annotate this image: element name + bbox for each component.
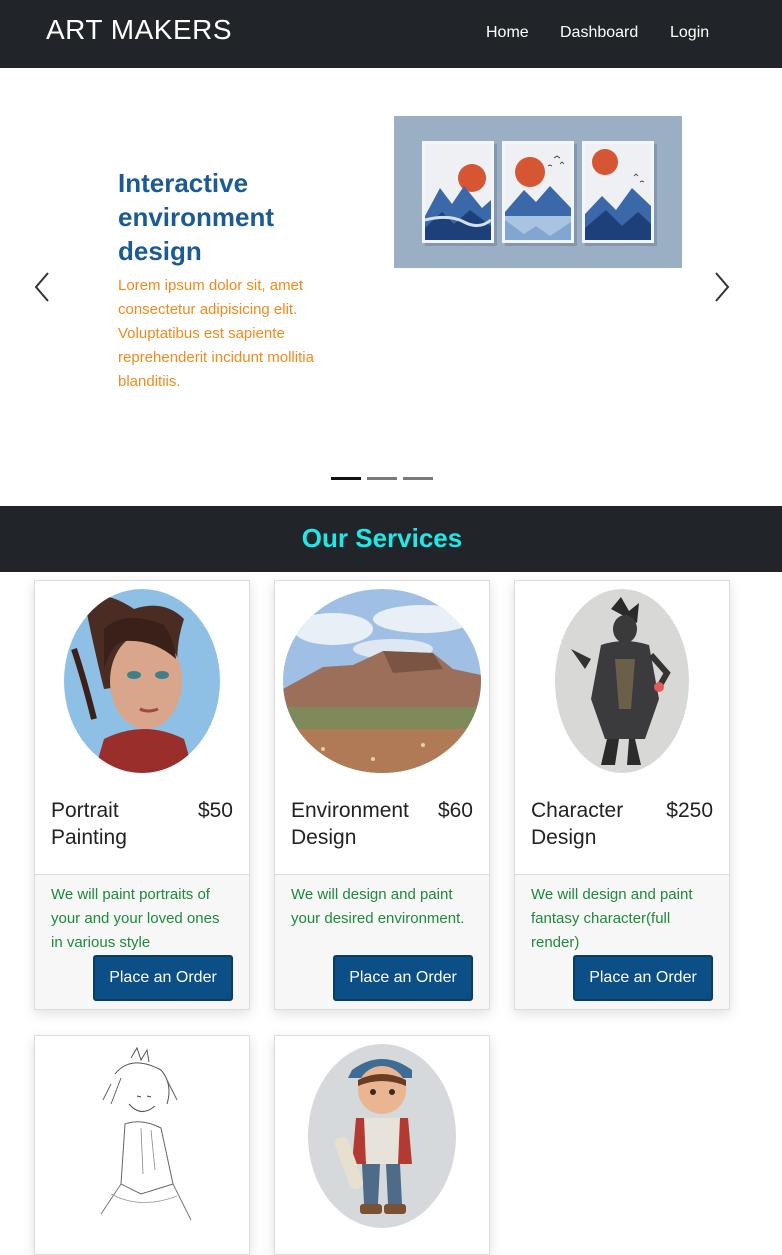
navbar: ART MAKERS Home Dashboard Login [0,0,782,68]
nav-home-link[interactable]: Home [486,24,529,42]
slide-image [394,116,682,268]
environment-design-image [283,589,481,773]
card-price: $60 [437,799,473,822]
service-card-environment: Environment Design $60 We will design an… [274,580,490,1010]
place-order-button[interactable]: Place an Order [333,955,473,1001]
place-order-button[interactable]: Place an Order [93,955,233,1001]
services-heading: Our Services [301,523,463,553]
mountain-triptych-image [394,116,682,268]
carousel-prev-button[interactable] [28,268,58,306]
card-description: We will design and paint fantasy charact… [531,886,693,951]
card-price: $250 [666,799,713,822]
sketch-art-image [81,1044,205,1228]
slide-title: Interactive environment design [118,168,275,266]
character-design-image [555,589,689,773]
carousel-indicator-3[interactable] [403,477,433,480]
chevron-right-icon [715,272,730,302]
card-title: Environment Design [291,799,409,849]
service-card-portrait: Portrait Painting $50 We will paint port… [34,580,250,1010]
3d-character-image [308,1044,456,1228]
service-card-sketch [34,1035,250,1255]
nav-login-link[interactable]: Login [670,24,709,42]
card-title: Character Design [531,799,624,849]
card-description: We will paint portraits of your and your… [51,886,220,951]
chevron-left-icon [34,272,49,302]
carousel-indicator-2[interactable] [367,477,397,480]
place-order-button[interactable]: Place an Order [573,955,713,1001]
carousel-next-button[interactable] [706,268,736,306]
card-title: Portrait Painting [51,799,127,849]
brand-logo[interactable]: ART MAKERS [46,14,232,46]
services-header: Our Services [0,506,782,572]
carousel-indicator-1[interactable] [331,477,361,480]
service-card-character: Character Design $250 We will design and… [514,580,730,1010]
slide-text: Lorem ipsum dolor sit, amet consectetur … [118,277,314,390]
card-price: $50 [197,799,233,822]
service-card-3d-character [274,1035,490,1255]
hero-carousel: Interactive environment design Lorem ips… [0,68,782,506]
portrait-painting-image [64,589,220,773]
nav-dashboard-link[interactable]: Dashboard [560,24,638,42]
card-description: We will design and paint your desired en… [291,886,465,927]
